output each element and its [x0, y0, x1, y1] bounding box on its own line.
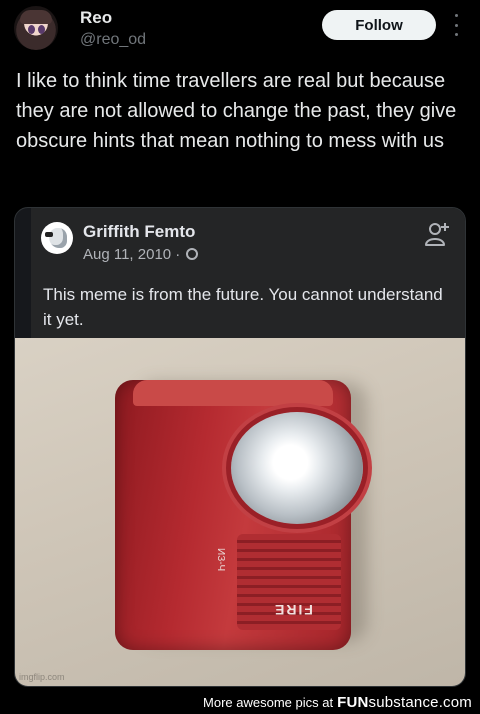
follow-button[interactable]: Follow — [322, 10, 436, 40]
quoted-date-line: Aug 11, 2010 · — [83, 246, 199, 263]
facebook-post-card: Griffith Femto Aug 11, 2010 · This meme … — [31, 208, 465, 338]
watermark: imgflip.com — [19, 672, 65, 682]
bird-icon — [49, 228, 67, 248]
footer-text: More awesome pics at — [203, 694, 334, 710]
alarm-side-label: ИЗ-Ч — [215, 548, 226, 572]
site-footer: More awesome pics at FUNsubstance.com — [0, 690, 480, 714]
fire-label: FIRE — [273, 602, 313, 618]
quoted-date: Aug 11, 2010 · — [83, 246, 181, 263]
strobe-lens — [231, 412, 363, 524]
quoted-text: This meme is from the future. You cannot… — [43, 285, 443, 329]
quoted-post[interactable]: Griffith Femto Aug 11, 2010 · This meme … — [14, 207, 466, 687]
tweet-text: I like to think time travellers are real… — [16, 70, 457, 152]
avatar-eye — [28, 25, 35, 34]
brand-logo[interactable]: FUNsubstance.com — [337, 694, 472, 711]
globe-icon — [186, 248, 199, 260]
author-handle[interactable]: @reo_od — [80, 31, 146, 49]
quoted-author-name[interactable]: Griffith Femto — [83, 222, 195, 242]
avatar-eye — [38, 25, 45, 34]
quoted-avatar[interactable] — [41, 222, 73, 254]
fire-alarm-photo[interactable]: ИЗ-Ч FIRE imgflip.com — [15, 338, 465, 686]
brand-bold: FUN — [337, 693, 369, 711]
more-vertical-icon[interactable] — [450, 14, 462, 36]
avatar-hair — [20, 10, 52, 24]
tweet: Reo @reo_od Follow I like to think time … — [0, 0, 480, 690]
avatar[interactable] — [14, 6, 58, 50]
brand-rest: substance.com — [368, 693, 472, 711]
author-name[interactable]: Reo — [80, 8, 112, 28]
add-friend-icon[interactable] — [423, 220, 451, 248]
